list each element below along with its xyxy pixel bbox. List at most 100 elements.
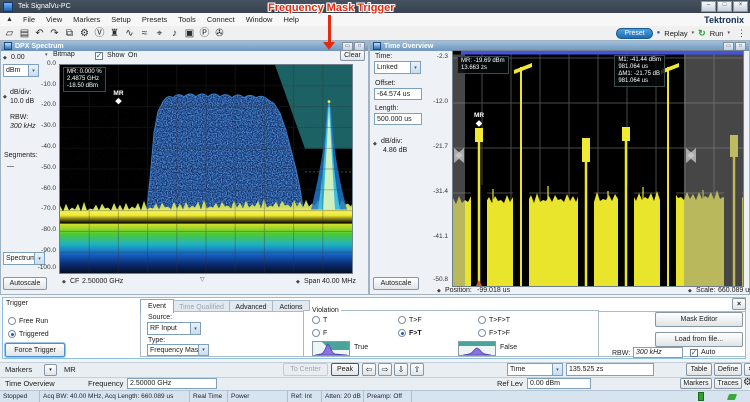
- clear-button[interactable]: Clear: [340, 50, 365, 61]
- ov-dbdiv-value[interactable]: 4.86 dB: [383, 147, 407, 154]
- ref-lev-label: Ref Lev: [497, 379, 523, 388]
- run-button[interactable]: Run: [710, 29, 724, 38]
- mask-editor-button[interactable]: Mask Editor: [655, 312, 743, 327]
- dpx-autoscale-button[interactable]: Autoscale: [3, 277, 47, 290]
- menu-markers[interactable]: Markers: [73, 15, 100, 24]
- length-field[interactable]: 500.000 us: [374, 113, 422, 125]
- redo-icon[interactable]: ↷: [47, 27, 62, 40]
- frequency-field[interactable]: 2.50000 GHz: [127, 378, 217, 389]
- menu-help[interactable]: Help: [283, 15, 298, 24]
- menu-setup[interactable]: Setup: [111, 15, 131, 24]
- cf-value[interactable]: 2.50000 GHz: [82, 278, 123, 285]
- scale-value[interactable]: 660.089 us: [718, 287, 750, 294]
- violation-option-t[interactable]: T: [312, 316, 327, 324]
- span-bullet-icon: ◆: [296, 279, 300, 285]
- replay-button[interactable]: Replay: [664, 29, 687, 38]
- traces-panel-button[interactable]: Traces: [714, 378, 742, 389]
- menu-file[interactable]: File: [23, 15, 35, 24]
- markers-dropdown-button[interactable]: ▾: [44, 364, 57, 376]
- marker-mode-value: Time: [508, 366, 552, 373]
- preset-flag-icon[interactable]: Ⓟ: [197, 27, 212, 40]
- menu-presets[interactable]: Presets: [142, 15, 167, 24]
- app-icon: [3, 2, 13, 12]
- amplitude-icon[interactable]: ♜: [107, 27, 122, 40]
- table-button[interactable]: Table: [686, 363, 712, 376]
- offset-field[interactable]: -64.574 us: [374, 88, 422, 100]
- trigger-close-button[interactable]: ×: [732, 298, 746, 310]
- bitmap-collapse-icon[interactable]: ▾: [45, 52, 48, 58]
- dpx-plot[interactable]: MR MR: 0.000 % 2.4875 GHz -18.50 dBm: [59, 64, 353, 274]
- source-dropdown[interactable]: RF Input ▾: [147, 322, 201, 335]
- settings-icon[interactable]: ⚙: [77, 27, 92, 40]
- displays-icon[interactable]: ⧉: [62, 27, 77, 40]
- dpx-rbw-value[interactable]: 300 kHz: [10, 123, 36, 130]
- peak-button[interactable]: Peak: [331, 363, 359, 376]
- position-value[interactable]: -99.018 us: [477, 287, 510, 294]
- dpx-marker-readout: MR: 0.000 % 2.4875 GHz -18.50 dBm: [63, 67, 106, 92]
- markers-close-button[interactable]: ×: [744, 363, 750, 376]
- undo-icon[interactable]: ↶: [32, 27, 47, 40]
- define-button[interactable]: Define: [714, 363, 742, 376]
- bitmap-label: Bitmap: [53, 51, 75, 58]
- minimize-button[interactable]: –: [701, 1, 716, 12]
- close-button[interactable]: ×: [733, 1, 748, 12]
- save-icon[interactable]: ▤: [17, 27, 32, 40]
- trigger-icon[interactable]: Ⓥ: [92, 27, 107, 40]
- menu-window[interactable]: Window: [246, 15, 273, 24]
- open-icon[interactable]: ▱: [2, 27, 17, 40]
- violation-option-f[interactable]: F: [312, 329, 327, 337]
- dpx-ytick: 0.0: [34, 60, 56, 67]
- overview-plot[interactable]: MR MR: -19.69 dBm 13.663 zs M1: -41.44 d…: [452, 50, 744, 287]
- triggered-radio[interactable]: Triggered: [8, 330, 49, 338]
- violation-option-tft[interactable]: T>F>T: [478, 316, 510, 324]
- audio-icon[interactable]: ♪: [167, 27, 182, 40]
- touch-icon[interactable]: ⌖: [152, 27, 167, 40]
- time-dropdown[interactable]: Linked ▾: [374, 61, 421, 74]
- gear-icon[interactable]: ⚙: [743, 377, 750, 388]
- ref-lev-field[interactable]: 0.00 dBm: [527, 378, 591, 389]
- replay-dropdown-icon[interactable]: ▾: [692, 30, 695, 36]
- show-label: Show: [107, 52, 125, 59]
- span-value[interactable]: 40.00 MHz: [322, 278, 356, 285]
- false-label: False: [500, 344, 517, 351]
- bitmap-show-checkbox[interactable]: ✓: [95, 51, 103, 60]
- tektronix-logo: Tektronix: [704, 15, 744, 25]
- peak-up-button[interactable]: ⇧: [410, 363, 424, 376]
- video-icon[interactable]: ▣: [182, 27, 197, 40]
- load-from-file-button[interactable]: Load from file...: [655, 332, 743, 347]
- menu-connect[interactable]: Connect: [207, 15, 235, 24]
- menu-tools[interactable]: Tools: [178, 15, 196, 24]
- marker-mode-dropdown[interactable]: Time ▾: [507, 363, 563, 376]
- tab-event[interactable]: Event: [140, 299, 174, 313]
- peak-down-button[interactable]: ⇩: [394, 363, 408, 376]
- current-marker-label: MR: [64, 365, 76, 374]
- violation-option-tf[interactable]: T>F: [398, 316, 422, 324]
- peak-right-button[interactable]: ⇨: [378, 363, 392, 376]
- rbw-auto-checkbox[interactable]: ✓: [690, 348, 698, 357]
- menu-logo-icon[interactable]: ▲: [6, 16, 13, 23]
- menu-view[interactable]: View: [46, 15, 62, 24]
- acquire-icon[interactable]: ≈: [137, 27, 152, 40]
- analysis-icon[interactable]: ∿: [122, 27, 137, 40]
- maximize-button[interactable]: □: [717, 1, 732, 12]
- type-dropdown[interactable]: Frequency Mask ▾: [147, 344, 209, 356]
- dpx-dbdiv-value[interactable]: 10.0 dB: [10, 98, 34, 105]
- preset-button[interactable]: Preset: [616, 28, 652, 39]
- violation-option-ftf[interactable]: F>T>F: [478, 329, 510, 337]
- marker-value-field[interactable]: 135.525 zs: [566, 363, 654, 376]
- status-bar: Stopped Acq BW: 40.00 MHz, Acq Length: 6…: [0, 390, 750, 402]
- run-dropdown-icon[interactable]: ▾: [727, 30, 730, 36]
- connect-icon[interactable]: ✇: [212, 27, 227, 40]
- more-menu-icon[interactable]: ⋮: [737, 28, 746, 39]
- overview-autoscale-button[interactable]: Autoscale: [373, 277, 419, 290]
- ov-ytick: -12.0: [426, 98, 448, 105]
- markers-panel-button[interactable]: Markers: [680, 378, 712, 389]
- force-trigger-button[interactable]: Force Trigger: [5, 343, 65, 357]
- peak-left-button[interactable]: ⇦: [362, 363, 376, 376]
- free-run-radio[interactable]: Free Run: [8, 317, 48, 325]
- violation-option-ft[interactable]: F>T: [398, 329, 422, 337]
- ref-level-value[interactable]: 0.00: [11, 54, 25, 61]
- auto-label: Auto: [701, 349, 715, 356]
- trigger-rbw-field[interactable]: 300 kHz: [633, 347, 683, 358]
- to-center-button[interactable]: To Center: [283, 363, 328, 376]
